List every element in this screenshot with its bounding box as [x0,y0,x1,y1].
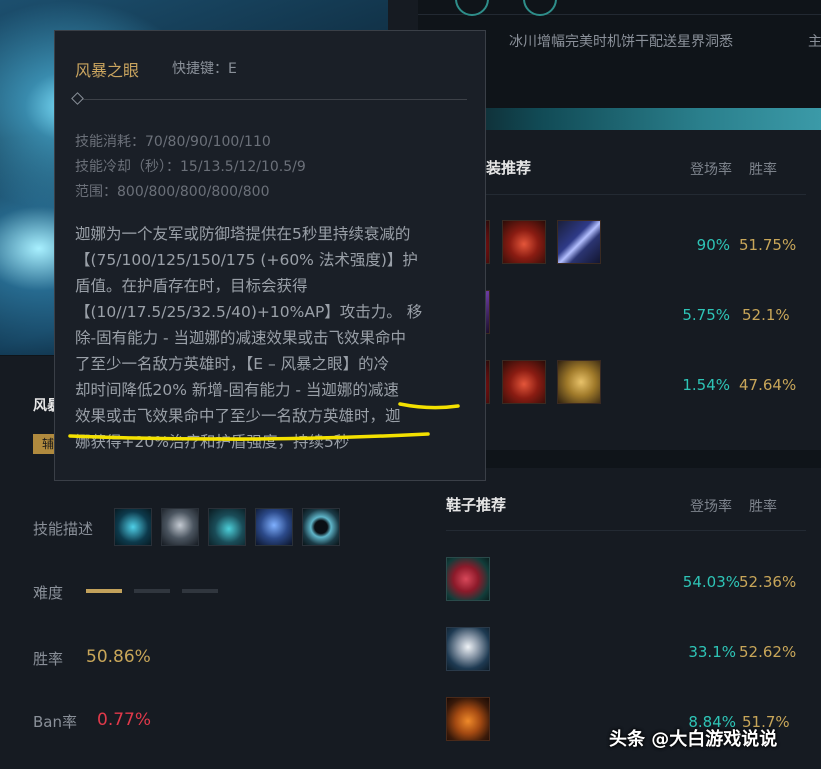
page-root: 风暴 辅 技能描述 难度 胜率 50.86% Ban率 0.77% 冰川增幅完美… [0,0,821,769]
highlight-stroke [68,432,430,441]
watermark: 头条 @大白游戏说说 [609,729,778,750]
highlight-stroke [398,402,460,410]
highlight-annotation [68,402,460,441]
